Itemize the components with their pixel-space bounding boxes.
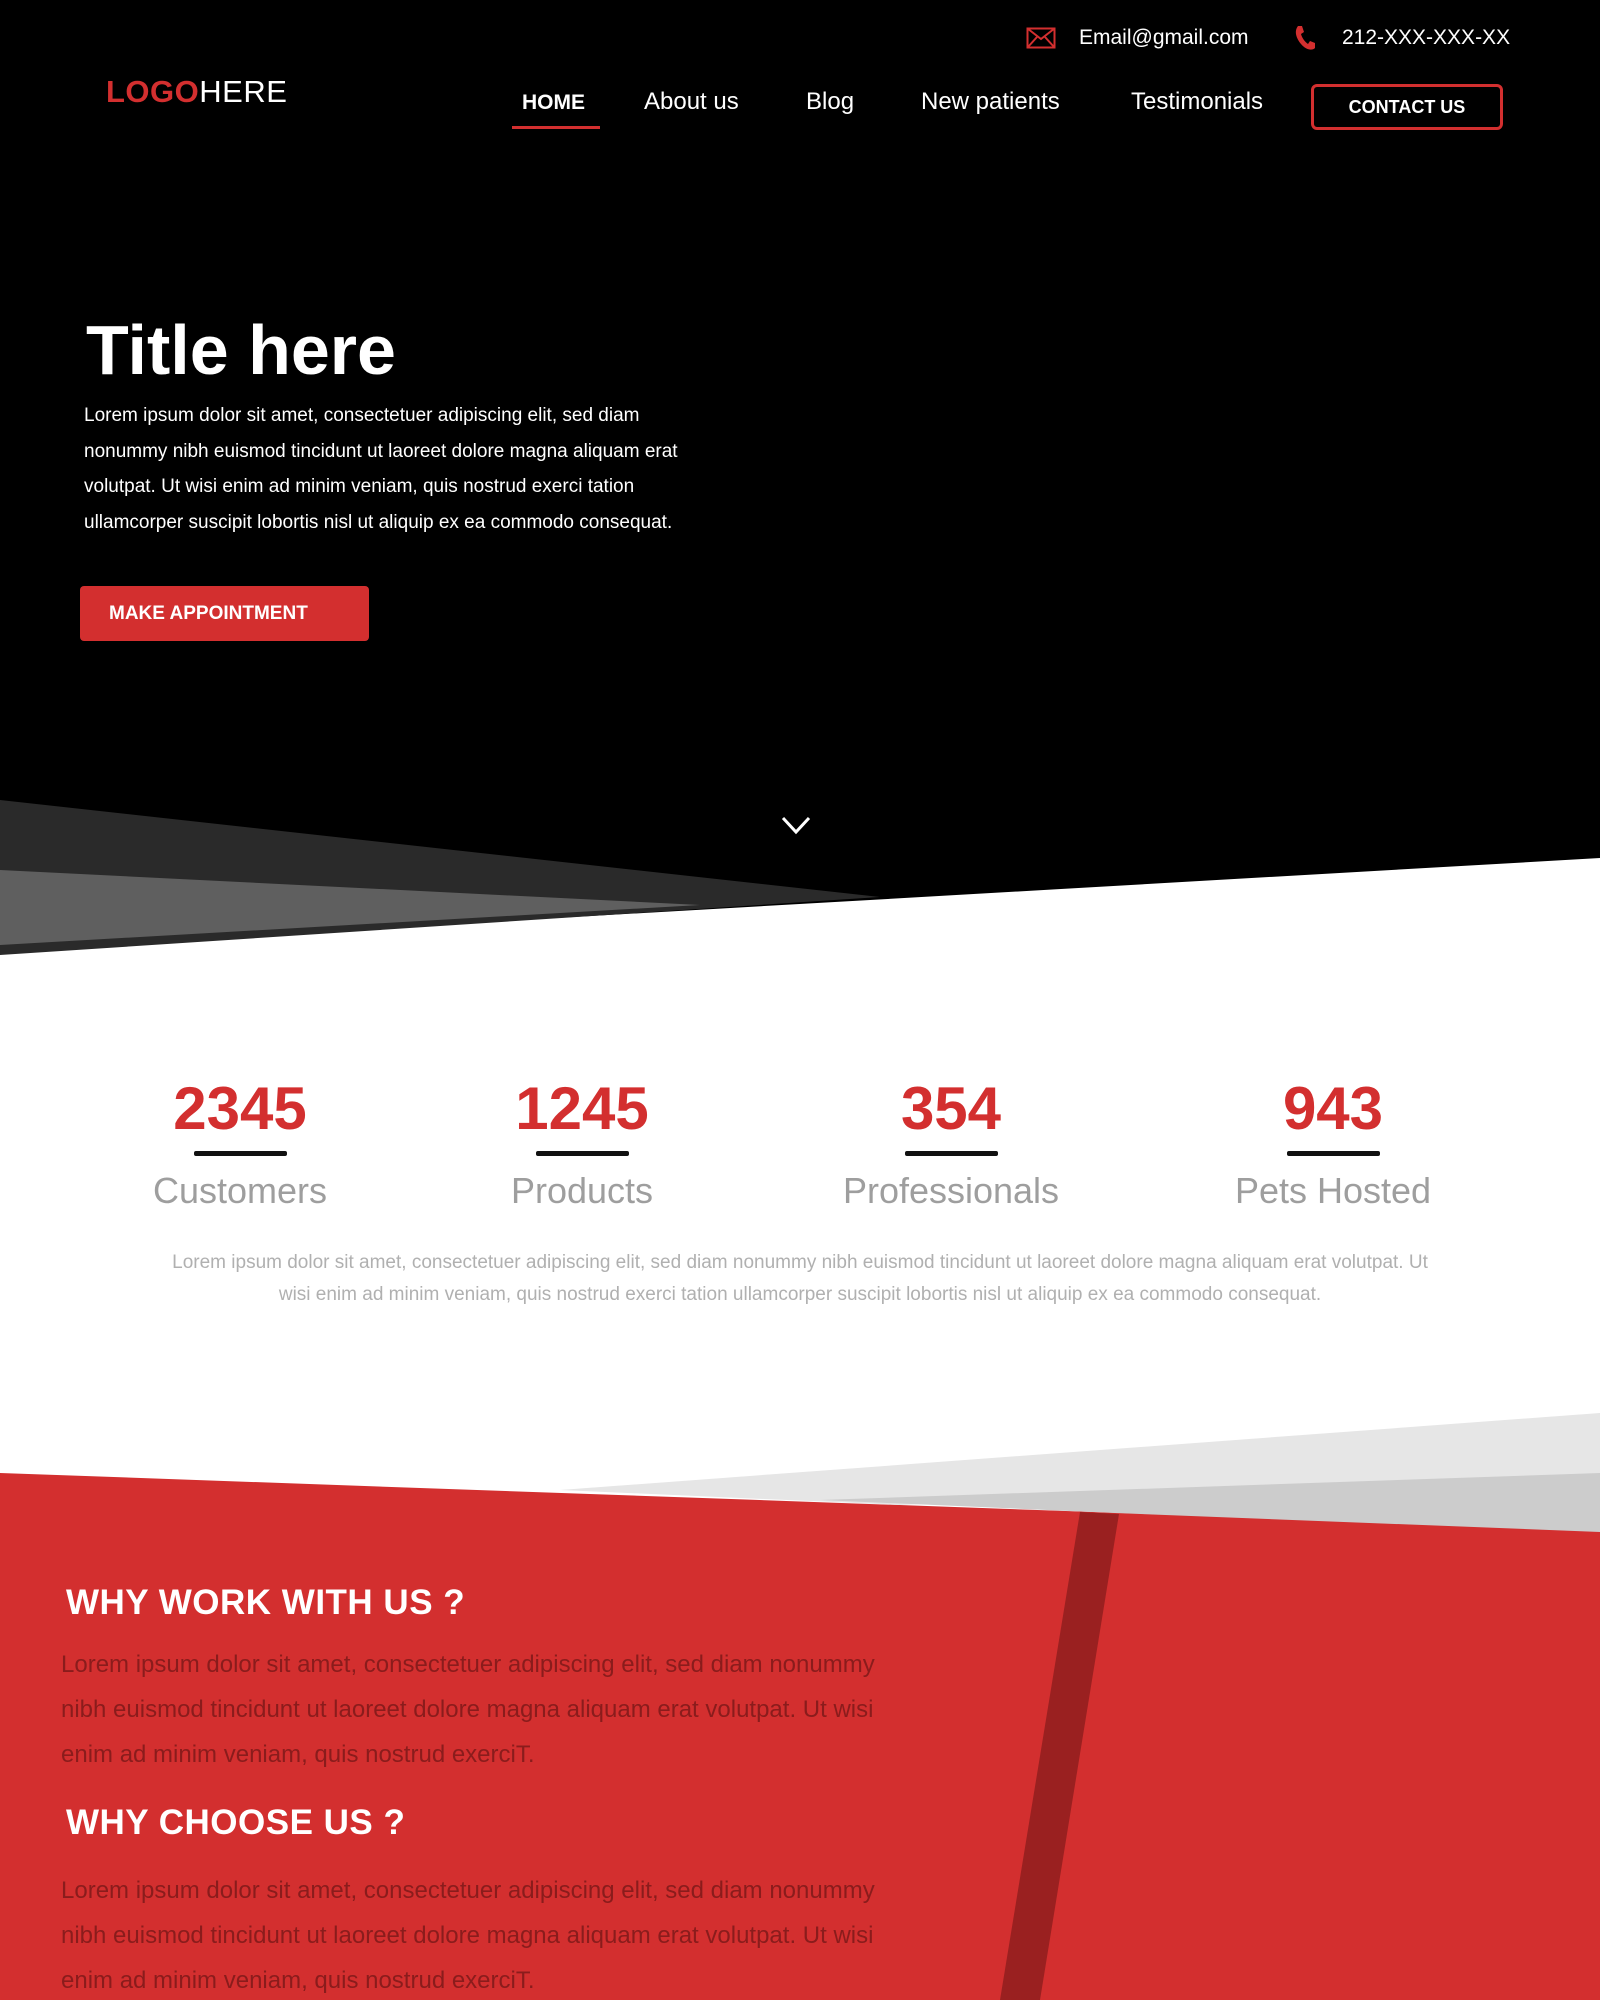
light-grey-wedge [560, 1413, 1600, 1505]
email-contact[interactable]: Email@gmail.com [1025, 24, 1249, 52]
hero-title: Title here [86, 311, 396, 389]
stats-description: Lorem ipsum dolor sit amet, consectetuer… [172, 1252, 1428, 1305]
dark-red-stripe [1000, 1512, 1119, 2000]
email-text: Email@gmail.com [1079, 26, 1249, 49]
stat-label: Professionals [842, 1170, 1060, 1211]
stat-customers: 2345 Customers [80, 1075, 400, 1212]
stat-pets-hosted: 943 Pets Hosted [1173, 1075, 1493, 1212]
why-work-text: Lorem ipsum dolor sit amet, consectetuer… [61, 1651, 875, 1768]
why-choose-heading: WHY CHOOSE US ? [66, 1803, 406, 1842]
stat-professionals: 354 Professionals [791, 1075, 1111, 1212]
envelope-icon [1025, 24, 1057, 52]
phone-icon [1288, 24, 1320, 52]
stat-value: 354 [900, 1075, 1002, 1142]
stat-products: 1245 Products [422, 1075, 742, 1212]
nav-item-new-patients[interactable]: New patients [921, 88, 1060, 116]
make-appointment-button[interactable]: MAKE APPOINTMENT [80, 586, 369, 641]
active-nav-underline [512, 126, 600, 129]
stat-value: 943 [1282, 1075, 1384, 1142]
why-work-heading: WHY WORK WITH US ? [66, 1583, 466, 1622]
nav-item-about-us[interactable]: About us [644, 88, 739, 116]
contact-us-button[interactable]: CONTACT US [1311, 84, 1503, 130]
hero-description: Lorem ipsum dolor sit amet, consectetuer… [84, 405, 678, 533]
stat-label: Pets Hosted [1234, 1170, 1432, 1211]
phone-contact[interactable]: 212-XXX-XXX-XX [1288, 24, 1510, 52]
stat-divider [904, 1151, 998, 1156]
nav-item-testimonials[interactable]: Testimonials [1131, 88, 1263, 116]
phone-text: 212-XXX-XXX-XX [1342, 26, 1511, 49]
stat-label: Customers [152, 1170, 328, 1211]
nav-item-home[interactable]: HOME [522, 91, 585, 115]
stat-divider [535, 1151, 629, 1156]
stat-value: 1245 [515, 1075, 649, 1142]
why-choose-text: Lorem ipsum dolor sit amet, consectetuer… [61, 1877, 875, 1994]
stat-divider [1286, 1151, 1380, 1156]
stat-label: Products [510, 1170, 654, 1211]
nav-item-blog[interactable]: Blog [806, 88, 854, 116]
stat-divider [193, 1151, 287, 1156]
stat-value: 2345 [173, 1075, 307, 1142]
chevron-down-icon[interactable] [780, 815, 812, 837]
mid-grey-wedge [820, 1473, 1600, 1532]
